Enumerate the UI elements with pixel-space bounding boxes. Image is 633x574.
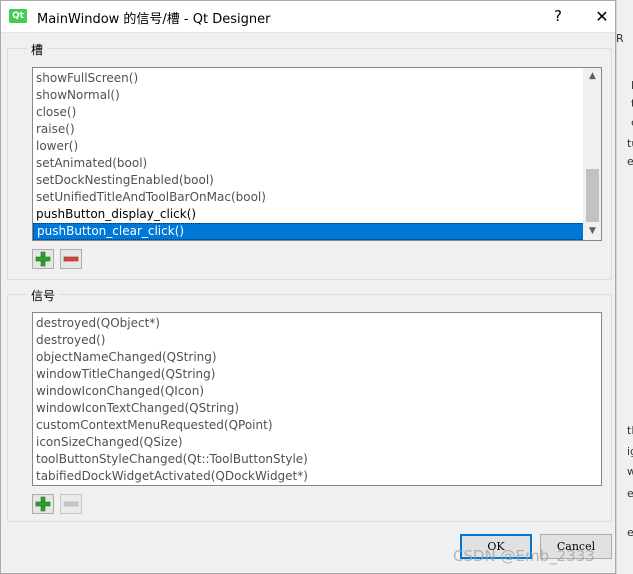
signal-item[interactable]: toolButtonStyleChanged(Qt::ToolButtonSty… [33, 451, 599, 468]
slots-scrollbar[interactable]: ▲ ▼ [583, 68, 601, 240]
background-window: R R t er tu ec tN ig w ec ev [616, 0, 633, 574]
remove-slot-button[interactable] [60, 249, 82, 269]
plus-icon [35, 251, 51, 267]
signal-item[interactable]: windowIconChanged(QIcon) [33, 383, 599, 400]
signal-item[interactable]: windowIconTextChanged(QString) [33, 400, 599, 417]
remove-signal-button-disabled[interactable] [60, 494, 82, 514]
slot-item[interactable]: setDockNestingEnabled(bool) [33, 172, 584, 189]
window-title: MainWindow 的信号/槽 - Qt Designer [37, 12, 271, 27]
scroll-up-arrow-icon[interactable]: ▲ [584, 68, 601, 85]
signal-item[interactable]: tabifiedDockWidgetActivated(QDockWidget*… [33, 468, 599, 485]
slot-item[interactable]: close() [33, 104, 584, 121]
title-bar: Qt MainWindow 的信号/槽 - Qt Designer ? ✕ [1, 1, 615, 33]
bg-fragment: R [616, 32, 624, 45]
slot-item[interactable]: setAnimated(bool) [33, 155, 584, 172]
add-slot-button[interactable] [32, 249, 54, 269]
watermark: CSDN @Emb_2333 [453, 547, 595, 565]
slot-item-selected[interactable]: pushButton_clear_click() [33, 223, 584, 240]
signal-item[interactable]: destroyed(QObject*) [33, 315, 599, 332]
bg-fragment: tN [627, 424, 633, 437]
slots-list[interactable]: showFullScreen() showNormal() close() ra… [32, 67, 602, 241]
slot-item[interactable]: setUnifiedTitleAndToolBarOnMac(bool) [33, 189, 584, 206]
slot-item[interactable]: showNormal() [33, 87, 584, 104]
signals-list-items: destroyed(QObject*) destroyed() objectNa… [33, 315, 599, 485]
bg-fragment: ec [627, 487, 633, 500]
slots-group-title: 槽 [27, 41, 48, 58]
signals-list[interactable]: destroyed(QObject*) destroyed() objectNa… [32, 312, 602, 486]
bg-fragment: ec [627, 155, 633, 168]
close-button[interactable]: ✕ [582, 1, 622, 32]
signals-slots-dialog: Qt MainWindow 的信号/槽 - Qt Designer ? ✕ 槽 … [0, 0, 616, 574]
bg-fragment: ig [627, 445, 633, 458]
bg-fragment: ev [627, 526, 633, 539]
bg-fragment: tu [627, 137, 633, 150]
plus-icon [35, 496, 51, 512]
scroll-down-arrow-icon[interactable]: ▼ [584, 223, 601, 240]
signals-group-title: 信号 [27, 287, 60, 304]
slot-item[interactable]: lower() [33, 138, 584, 155]
slot-item[interactable]: showFullScreen() [33, 70, 584, 87]
bg-fragment: w [627, 465, 633, 478]
scroll-thumb[interactable] [586, 169, 599, 222]
add-signal-button[interactable] [32, 494, 54, 514]
slots-list-items: showFullScreen() showNormal() close() ra… [33, 70, 584, 240]
minus-icon [63, 501, 79, 507]
slot-item[interactable]: pushButton_display_click() [33, 206, 584, 223]
signal-item[interactable]: windowTitleChanged(QString) [33, 366, 599, 383]
signal-item[interactable]: destroyed() [33, 332, 599, 349]
qt-app-icon: Qt [9, 9, 27, 23]
signal-item[interactable]: objectNameChanged(QString) [33, 349, 599, 366]
help-button[interactable]: ? [538, 1, 578, 32]
signal-item[interactable]: iconSizeChanged(QSize) [33, 434, 599, 451]
slot-item[interactable]: raise() [33, 121, 584, 138]
minus-icon [63, 256, 79, 262]
signal-item[interactable]: customContextMenuRequested(QPoint) [33, 417, 599, 434]
